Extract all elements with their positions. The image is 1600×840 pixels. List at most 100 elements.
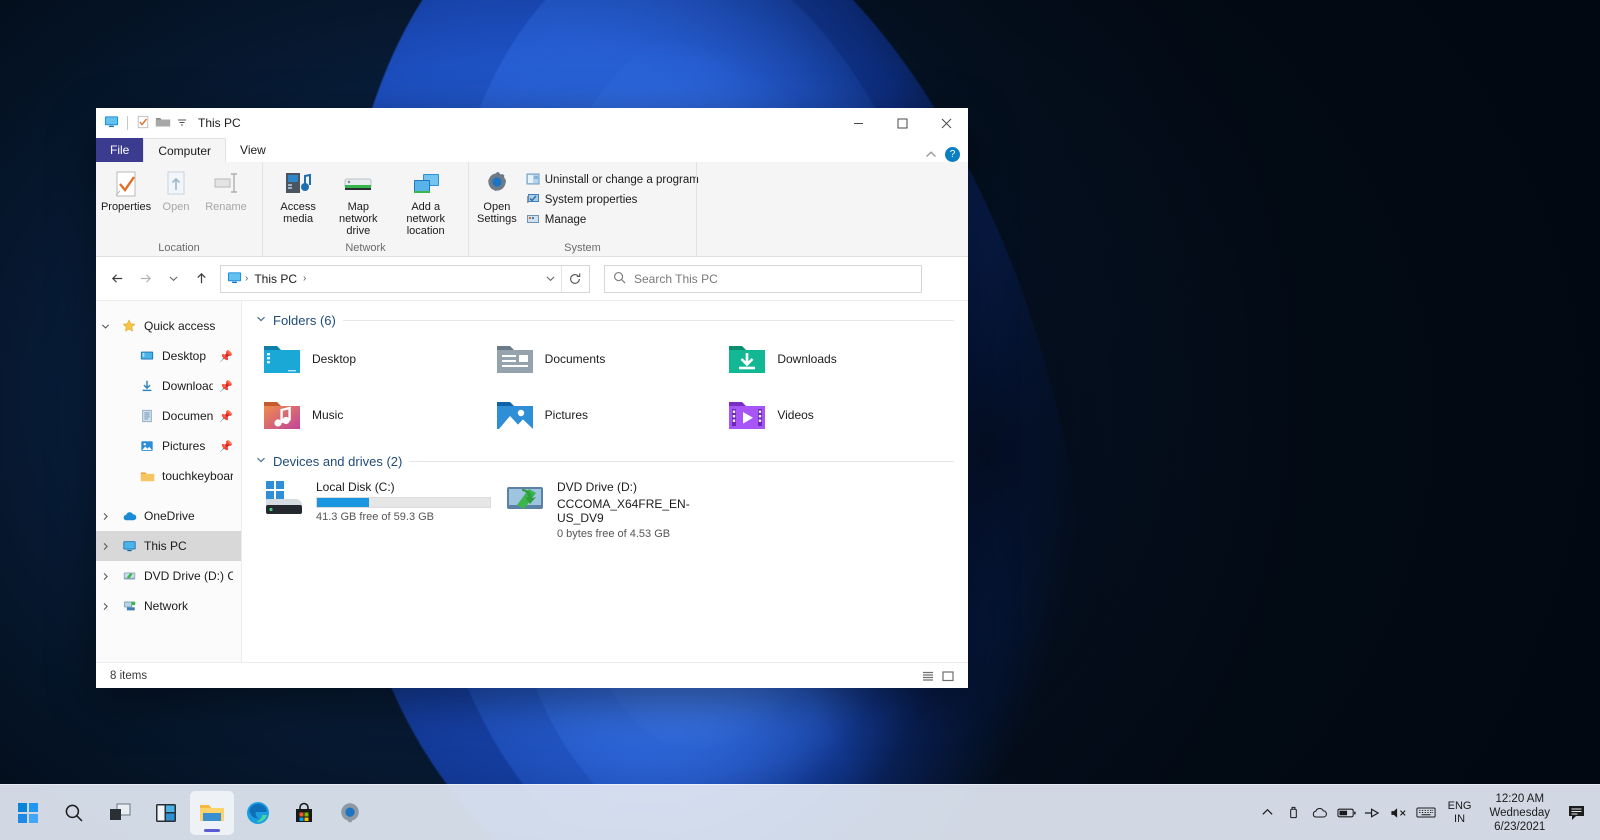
new-folder-icon[interactable] [155,115,171,132]
access-media-button[interactable]: Access media [269,166,327,228]
sidebar-label: OneDrive [144,509,195,523]
sidebar-item-network[interactable]: Network [96,591,241,621]
sidebar-item-pictures[interactable]: Pictures 📌 [96,431,241,461]
maximize-button[interactable] [880,108,924,138]
access-media-label: Access media [280,201,316,225]
folder-music[interactable]: Music [256,390,489,440]
folder-downloads[interactable]: Downloads [721,334,954,384]
chevron-down-icon[interactable] [256,455,266,468]
up-button[interactable] [188,266,214,292]
language-line2: IN [1454,812,1466,825]
folder-videos[interactable]: Videos [721,390,954,440]
sidebar-item-touchkeyboard[interactable]: touchkeyboard [96,461,241,491]
customize-dropdown-icon[interactable] [176,116,188,131]
folders-group-header[interactable]: Folders (6) [256,313,954,328]
sidebar-item-documents[interactable]: Documents 📌 [96,401,241,431]
chevron-down-icon[interactable] [256,314,266,327]
details-view-button[interactable] [918,666,938,686]
back-button[interactable] [104,266,130,292]
clock[interactable]: 12:20 AM Wednesday 6/23/2021 [1479,791,1560,835]
help-icon[interactable]: ? [945,147,960,162]
window-title: This PC [198,116,241,130]
pin-icon[interactable]: 📌 [219,380,233,393]
open-button[interactable]: Open [152,166,200,216]
search-input[interactable]: Search This PC [634,272,718,286]
chevron-right-icon[interactable] [96,542,114,551]
search-button[interactable] [52,791,96,835]
pin-icon[interactable]: 📌 [219,410,233,423]
add-network-location-label: Add a network location [406,201,445,237]
chevron-right-icon[interactable] [96,572,114,581]
rename-icon [212,169,240,199]
task-view-button[interactable] [98,791,142,835]
file-explorer-button[interactable] [190,790,234,835]
pin-icon[interactable]: 📌 [219,350,233,363]
start-button[interactable] [6,791,50,835]
pin-icon[interactable]: 📌 [219,440,233,453]
drives-grid: Local Disk (C:) 41.3 GB free of 59.3 GB [256,475,954,544]
microsoft-edge-button[interactable] [236,791,280,835]
gear-icon [482,169,512,199]
settings-button[interactable] [328,791,372,835]
sidebar-item-desktop[interactable]: Desktop 📌 [96,341,241,371]
breadcrumb-root-icon[interactable] [227,270,242,288]
chevron-right-icon[interactable] [96,602,114,611]
quick-access-toolbar [104,114,188,132]
breadcrumb-dropdown-button[interactable] [539,266,561,292]
rename-button[interactable]: Rename [202,166,250,216]
chevron-right-icon[interactable] [96,512,114,521]
sidebar-label: Pictures [162,439,206,453]
sidebar-item-downloads[interactable]: Downloads 📌 [96,371,241,401]
touch-keyboard-icon[interactable] [1412,793,1440,833]
widgets-button[interactable] [144,791,188,835]
sidebar-item-this-pc[interactable]: This PC [96,531,241,561]
add-a-network-location-button[interactable]: Add a network location [389,166,462,240]
sidebar-item-quick-access[interactable]: Quick access [96,311,241,341]
collapse-ribbon-icon[interactable] [925,148,937,162]
close-button[interactable] [924,108,968,138]
sidebar-item-onedrive[interactable]: OneDrive [96,501,241,531]
breadcrumb-chevron-1[interactable]: › [245,273,248,284]
battery-icon[interactable] [1333,793,1360,833]
search-box[interactable]: Search This PC [604,264,922,293]
window-body: Quick access Desktop 📌 Downloads [96,301,968,662]
properties-icon[interactable] [136,115,150,132]
tab-file[interactable]: File [96,138,144,162]
forward-button[interactable] [132,266,158,292]
folder-documents[interactable]: Documents [489,334,722,384]
breadcrumb-chevron-2[interactable]: › [303,273,306,284]
network-icon[interactable] [1360,793,1386,833]
onedrive-tray-icon[interactable] [1307,793,1333,833]
refresh-button[interactable] [561,265,587,292]
chevron-down-icon[interactable] [96,322,114,331]
map-network-drive-button[interactable]: Map network drive [329,166,387,240]
language-indicator[interactable]: ENG IN [1440,793,1480,833]
microsoft-store-button[interactable] [282,791,326,835]
desktop-folder-icon [262,339,302,379]
open-settings-button[interactable]: Open Settings [475,166,519,228]
volume-muted-icon[interactable] [1386,793,1412,833]
drives-group-header[interactable]: Devices and drives (2) [256,454,954,469]
uninstall-or-change-a-program-button[interactable]: Uninstall or change a program [521,170,704,190]
recent-locations-button[interactable] [160,266,186,292]
drive-local-disk-c[interactable]: Local Disk (C:) 41.3 GB free of 59.3 GB [256,475,497,544]
file-explorer-window: This PC File Computer View ? Properties … [96,108,968,688]
tab-computer[interactable]: Computer [143,138,227,162]
folder-desktop[interactable]: Desktop [256,334,489,384]
this-pc-icon[interactable] [104,114,119,132]
drive-dvd-d[interactable]: DVD Drive (D:) CCCOMA_X64FRE_EN-US_DV9 0… [497,475,726,544]
tab-view[interactable]: View [226,138,280,162]
breadcrumb-bar[interactable]: › This PC › [220,264,590,293]
sidebar-item-dvd-drive[interactable]: DVD Drive (D:) CCCC [96,561,241,591]
notification-center-button[interactable] [1560,791,1594,835]
minimize-button[interactable] [836,108,880,138]
properties-button[interactable]: Properties [101,166,151,216]
breadcrumb-this-pc[interactable]: This PC [251,270,300,288]
large-icons-view-button[interactable] [938,666,958,686]
show-hidden-icons-button[interactable] [1255,793,1281,833]
system-properties-button[interactable]: System properties [521,190,704,210]
uninstall-program-label: Uninstall or change a program [544,174,699,186]
folder-pictures[interactable]: Pictures [489,390,722,440]
safely-remove-hardware-icon[interactable] [1281,793,1307,833]
manage-button[interactable]: Manage [521,210,704,230]
